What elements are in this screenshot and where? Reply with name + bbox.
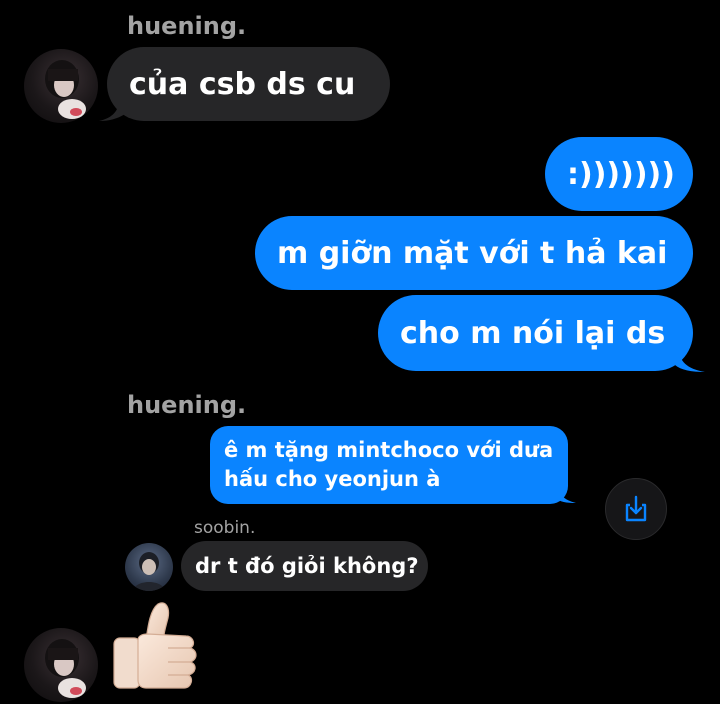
message-text: :)))))))	[567, 156, 675, 192]
bubble-tail	[99, 100, 125, 121]
avatar-image	[45, 60, 86, 119]
message-text: của csb ds cu	[129, 66, 356, 102]
replied-message-line1: ê m tặng mintchoco với dưa	[224, 438, 554, 462]
message-text: m giỡn mặt với t hả kai	[277, 235, 668, 271]
avatar-huening[interactable]	[24, 628, 98, 702]
message-text: cho m nói lại ds	[400, 315, 666, 351]
bubble-tail	[556, 486, 576, 503]
avatar-huening[interactable]	[24, 49, 98, 123]
thumbs-up-emoji-message[interactable]: 👍🏻	[108, 596, 212, 700]
bubble-tail	[675, 349, 705, 372]
incoming-message-bubble[interactable]: dr t đó giỏi không?	[181, 541, 428, 591]
share-button[interactable]	[605, 478, 667, 540]
sender-name-huening: huening.	[127, 12, 247, 40]
incoming-message-bubble[interactable]: của csb ds cu	[107, 47, 390, 121]
message-text: dr t đó giỏi không?	[195, 554, 419, 578]
share-download-icon	[625, 495, 647, 522]
outgoing-message-bubble[interactable]: m giỡn mặt với t hả kai	[255, 216, 693, 290]
thumbs-up-icon	[113, 602, 197, 689]
sender-name-huening: huening.	[127, 391, 247, 419]
avatar-image	[133, 552, 165, 591]
outgoing-message-bubble[interactable]: cho m nói lại ds	[378, 295, 693, 371]
avatar-soobin[interactable]	[125, 543, 173, 591]
replied-message-line2: hấu cho yeonjun à	[224, 467, 441, 491]
avatar-image	[45, 639, 86, 698]
outgoing-message-bubble[interactable]: :)))))))	[545, 137, 693, 211]
replied-message-bubble[interactable]: ê m tặng mintchoco với dưa hấu cho yeonj…	[210, 426, 568, 504]
sender-name-soobin: soobin.	[194, 518, 256, 538]
